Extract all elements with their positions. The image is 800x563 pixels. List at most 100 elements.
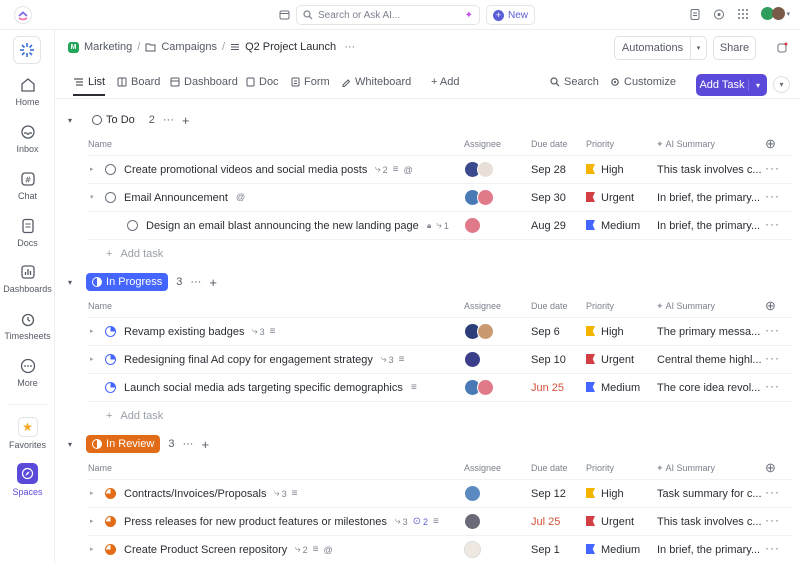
due-date[interactable]: Sep 30 <box>531 192 566 204</box>
search-input[interactable]: Search or Ask AI... ✦ <box>296 5 480 25</box>
priority-cell[interactable]: High <box>586 326 624 338</box>
column-name[interactable]: Name <box>88 301 112 311</box>
due-date[interactable]: Sep 28 <box>531 164 566 176</box>
column-assignee[interactable]: Assignee <box>464 139 501 149</box>
chevron-down-icon[interactable]: ▾ <box>690 37 706 59</box>
status-icon[interactable] <box>127 220 138 231</box>
add-view-button[interactable]: + Add <box>431 76 459 88</box>
group-more-icon[interactable]: ··· <box>163 114 174 126</box>
status-icon[interactable] <box>105 354 116 365</box>
priority-cell[interactable]: Urgent <box>586 516 634 528</box>
user-menu[interactable]: ▾ <box>761 7 790 20</box>
add-task-row[interactable]: + Add task <box>106 410 163 422</box>
sidebar-item-favorites[interactable]: ★ Favorites <box>0 417 55 450</box>
row-more-icon[interactable]: ··· <box>765 323 780 337</box>
due-date[interactable]: Jul 25 <box>531 516 560 528</box>
priority-cell[interactable]: Urgent <box>586 192 634 204</box>
priority-cell[interactable]: High <box>586 164 624 176</box>
timer-icon[interactable] <box>713 8 725 20</box>
table-row[interactable]: ▸ Create promotional videos and social me… <box>88 156 793 184</box>
due-date[interactable]: Sep 12 <box>531 488 566 500</box>
column-name[interactable]: Name <box>88 463 112 473</box>
status-icon[interactable] <box>105 488 116 499</box>
collapse-toggle[interactable]: ▾ <box>773 76 790 93</box>
subtasks-indicator[interactable]: ⤷ 3 <box>381 354 394 365</box>
task-name[interactable]: Launch social media ads targeting specif… <box>124 382 403 394</box>
row-more-icon[interactable]: ··· <box>765 189 780 203</box>
table-row[interactable]: ▸Launch social media ads targeting speci… <box>88 374 793 402</box>
row-more-icon[interactable]: ··· <box>765 379 780 393</box>
add-task-plus-icon[interactable]: + <box>182 113 190 128</box>
share-button[interactable]: Share <box>713 36 756 60</box>
subtasks-indicator[interactable]: ⤷ 2 <box>295 544 308 555</box>
workspace-switcher[interactable] <box>13 36 41 64</box>
column-assignee[interactable]: Assignee <box>464 301 501 311</box>
sidebar-item-more[interactable]: More <box>0 357 55 388</box>
subtasks-indicator[interactable]: ⤷ 3 <box>274 488 287 499</box>
chevron-right-icon[interactable]: ▸ <box>90 517 94 525</box>
priority-cell[interactable]: Urgent <box>586 354 634 366</box>
assignee-avatars[interactable] <box>464 485 481 502</box>
due-date[interactable]: Aug 29 <box>531 220 566 232</box>
avatar[interactable] <box>464 217 481 234</box>
column-priority[interactable]: Priority <box>586 463 614 473</box>
row-more-icon[interactable]: ··· <box>765 161 780 175</box>
add-task-plus-icon[interactable]: + <box>201 437 209 452</box>
add-column-icon[interactable]: ⊕ <box>765 136 776 152</box>
task-name[interactable]: Press releases for new product features … <box>124 516 387 528</box>
sidebar-item-dashboards[interactable]: Dashboards <box>0 263 55 294</box>
assignee-avatars[interactable] <box>464 379 494 396</box>
notifications-button[interactable] <box>770 36 794 60</box>
assignee-avatars[interactable] <box>464 351 481 368</box>
status-icon[interactable] <box>105 192 116 203</box>
automations-button[interactable]: Automations ▾ <box>614 36 707 60</box>
row-more-icon[interactable]: ··· <box>765 351 780 365</box>
status-badge[interactable]: In Review <box>86 435 161 453</box>
chevron-down-icon[interactable]: ▾ <box>749 81 767 90</box>
task-name[interactable]: Revamp existing badges <box>124 326 244 338</box>
breadcrumb-list[interactable]: Q2 Project Launch <box>245 41 336 53</box>
table-row[interactable]: ▸ Create Product Screen repository ⤷ 2 ≡ @ Sep… <box>88 536 793 563</box>
app-logo[interactable] <box>14 6 32 24</box>
avatar[interactable] <box>477 189 494 206</box>
tab-whiteboard[interactable]: Whiteboard <box>341 76 411 88</box>
priority-cell[interactable]: Medium <box>586 220 640 232</box>
watchers-indicator[interactable]: ⊙ 2 <box>413 516 428 527</box>
table-row[interactable]: ▸ Redesigning final Ad copy for engagemen… <box>88 346 793 374</box>
tab-form[interactable]: Form <box>291 76 330 88</box>
row-more-icon[interactable]: ··· <box>765 513 780 527</box>
table-row[interactable]: ▸ Press releases for new product features… <box>88 508 793 536</box>
apps-grid-icon[interactable] <box>737 8 749 20</box>
priority-cell[interactable]: High <box>586 488 624 500</box>
status-icon[interactable] <box>105 326 116 337</box>
sidebar-item-home[interactable]: Home <box>0 76 55 107</box>
sidebar-item-docs[interactable]: Docs <box>0 217 55 248</box>
row-more-icon[interactable]: ··· <box>765 485 780 499</box>
status-icon[interactable] <box>105 516 116 527</box>
assignee-avatars[interactable] <box>464 323 494 340</box>
assignee-avatars[interactable] <box>464 513 481 530</box>
table-row[interactable]: ▸ Revamp existing badges ⤷ 3 ≡ Sep 6 High The p… <box>88 318 793 346</box>
column-due[interactable]: Due date <box>531 139 568 149</box>
breadcrumb-more-icon[interactable]: ··· <box>344 41 355 53</box>
subtasks-indicator[interactable]: ⤷ 3 <box>395 516 408 527</box>
clipboard-icon[interactable] <box>689 8 701 20</box>
column-name[interactable]: Name <box>88 139 112 149</box>
avatar[interactable] <box>464 485 481 502</box>
table-row[interactable]: ▸ Contracts/Invoices/Proposals ⤷ 3 ≡ Sep 12 Hi… <box>88 480 793 508</box>
avatar[interactable] <box>477 161 494 178</box>
add-task-row[interactable]: + Add task <box>106 248 163 260</box>
calendar-icon[interactable] <box>279 9 290 23</box>
due-date[interactable]: Jun 25 <box>531 382 564 394</box>
search-tasks-button[interactable]: Search <box>550 76 599 88</box>
subtasks-indicator[interactable]: ⤷ 3 <box>252 326 265 337</box>
column-ai[interactable]: ✦ AI Summary <box>656 139 715 150</box>
chevron-down-icon[interactable]: ▾ <box>90 193 94 201</box>
avatar[interactable] <box>464 513 481 530</box>
avatar[interactable] <box>477 323 494 340</box>
task-name[interactable]: Create promotional videos and social med… <box>124 164 367 176</box>
chevron-down-icon[interactable]: ▾ <box>68 278 72 287</box>
avatar[interactable] <box>464 351 481 368</box>
row-more-icon[interactable]: ··· <box>765 217 780 231</box>
chevron-down-icon[interactable]: ▾ <box>68 116 72 125</box>
